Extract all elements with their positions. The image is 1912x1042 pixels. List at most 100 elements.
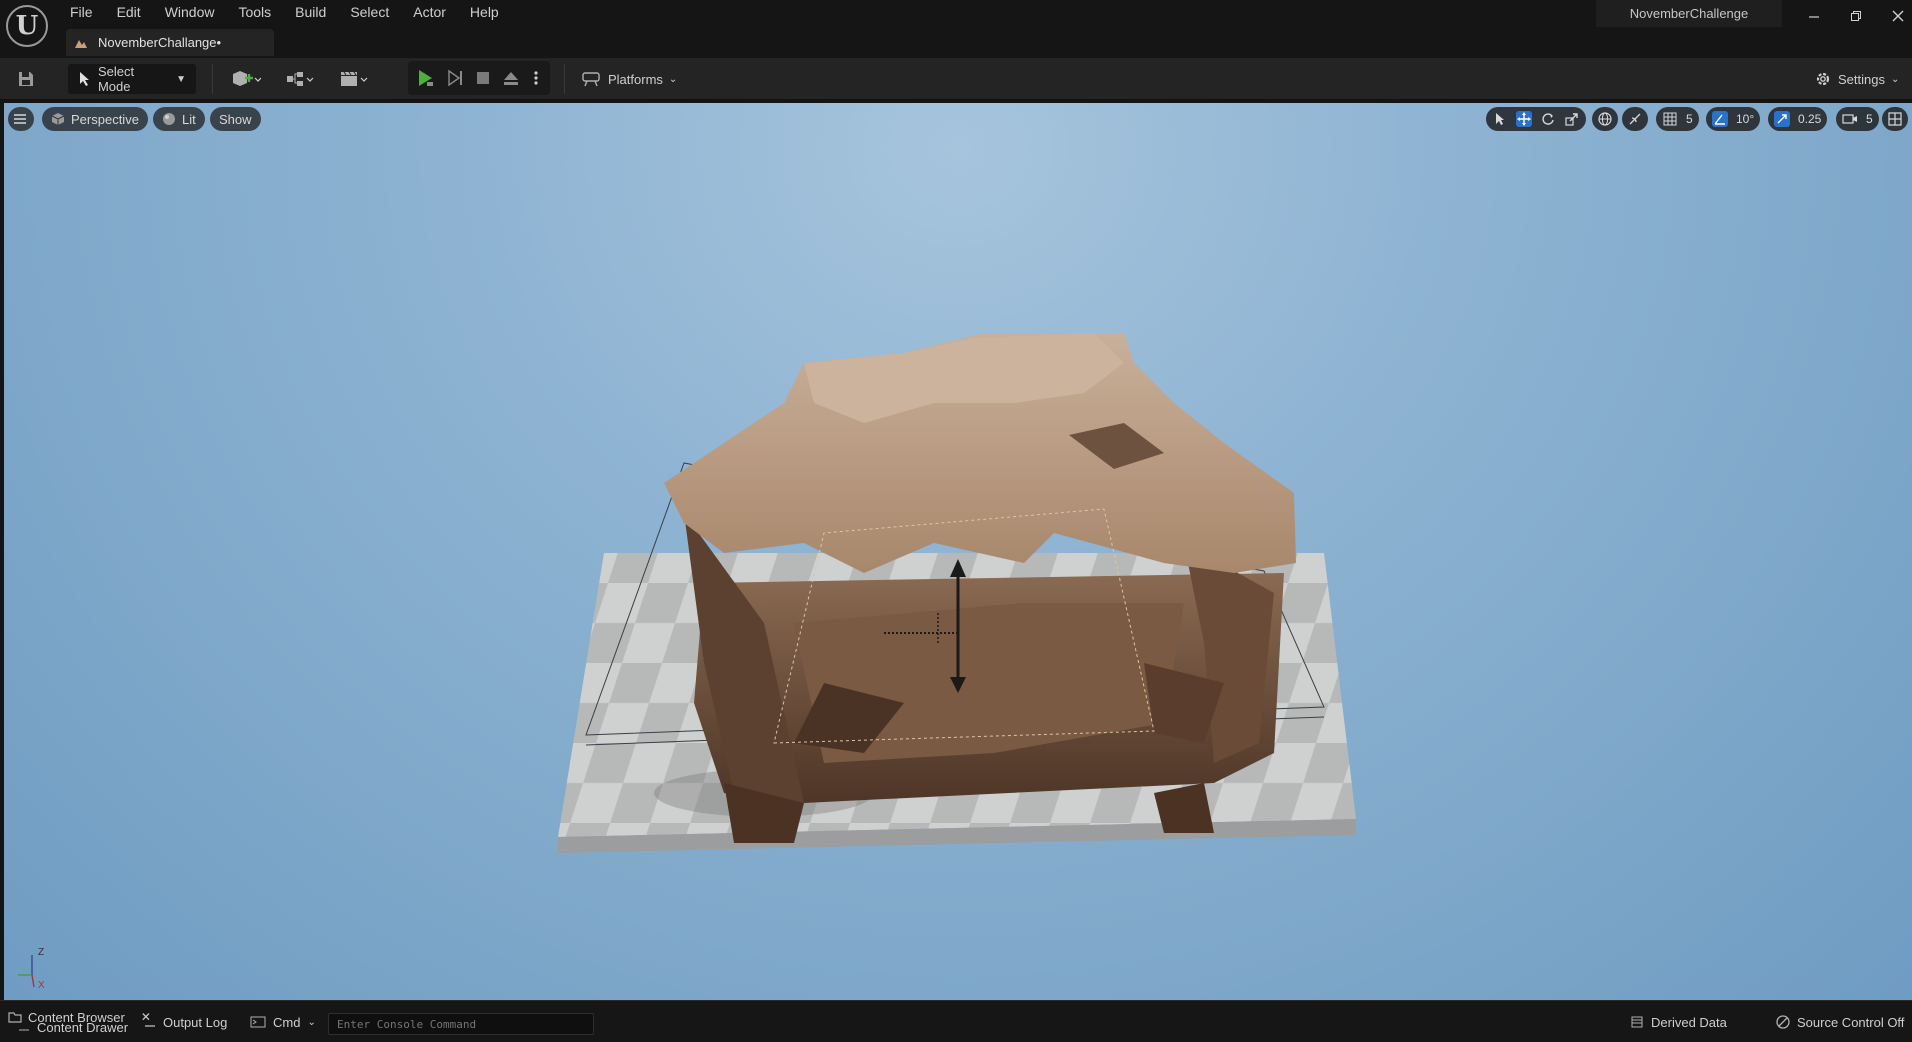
play-options-button[interactable] bbox=[528, 64, 544, 92]
close-window-button[interactable] bbox=[1878, 2, 1912, 30]
scale-snap-value: 0.25 bbox=[1798, 112, 1822, 126]
scale-snap-icon bbox=[1774, 111, 1790, 127]
viewport-layout-button[interactable] bbox=[1882, 107, 1908, 131]
document-tab-label: NovemberChallange• bbox=[98, 35, 222, 50]
console-command-input[interactable] bbox=[328, 1013, 594, 1035]
cmd-label: Cmd bbox=[273, 1014, 301, 1030]
chevron-down-icon: ▼ bbox=[176, 73, 186, 85]
level-document-tab[interactable]: NovemberChallange• bbox=[66, 29, 274, 56]
cmd-dropdown[interactable]: Cmd ⌄ bbox=[250, 1001, 316, 1042]
save-icon bbox=[19, 72, 33, 86]
unreal-logo-icon[interactable]: U bbox=[6, 5, 48, 47]
viewport-scene[interactable] bbox=[4, 103, 1912, 1000]
content-drawer-label: Content Drawer bbox=[37, 1019, 129, 1035]
grid-snap-group[interactable]: 5 bbox=[1656, 107, 1699, 131]
menu-edit[interactable]: Edit bbox=[105, 2, 153, 22]
source-control-button[interactable]: Source Control Off bbox=[1776, 1001, 1904, 1042]
level-icon bbox=[75, 39, 87, 48]
terminal-icon bbox=[250, 1016, 266, 1028]
eject-button[interactable] bbox=[498, 64, 524, 92]
gear-icon bbox=[1816, 72, 1830, 86]
cinematics-button[interactable] bbox=[334, 65, 374, 93]
menu-build[interactable]: Build bbox=[283, 2, 338, 22]
show-flags-button[interactable]: Show bbox=[210, 107, 261, 131]
axis-x-label: X bbox=[38, 980, 45, 991]
menu-tools[interactable]: Tools bbox=[226, 2, 283, 22]
select-mode-dropdown[interactable]: Select Mode ▼ bbox=[68, 64, 196, 94]
minimize-button[interactable] bbox=[1794, 2, 1834, 30]
platforms-dropdown[interactable]: Platforms ⌄ bbox=[582, 64, 677, 94]
menu-window[interactable]: Window bbox=[153, 2, 227, 22]
more-vertical-icon bbox=[534, 71, 538, 85]
blueprints-button[interactable] bbox=[280, 65, 320, 93]
world-local-toggle[interactable] bbox=[1592, 107, 1618, 131]
scale-snap-group[interactable]: 0.25 bbox=[1768, 107, 1828, 131]
chevron-down-icon: ⌄ bbox=[668, 73, 678, 85]
grid-snap-value: 5 bbox=[1686, 112, 1693, 126]
axis-indicator: Z X bbox=[12, 945, 52, 995]
play-icon bbox=[419, 70, 433, 86]
project-name-label: NovemberChallenge bbox=[1596, 0, 1782, 27]
rotation-snap-value: 10° bbox=[1736, 112, 1755, 126]
output-log-label: Output Log bbox=[163, 1014, 228, 1030]
menu-help[interactable]: Help bbox=[458, 2, 511, 22]
settings-dropdown[interactable]: Settings ⌄ bbox=[1814, 64, 1899, 94]
scale-tool-icon[interactable] bbox=[1564, 111, 1580, 127]
surface-snap-toggle[interactable] bbox=[1622, 107, 1648, 131]
stop-icon bbox=[477, 72, 489, 84]
output-log-button[interactable]: Output Log bbox=[144, 1001, 227, 1042]
source-control-label: Source Control Off bbox=[1797, 1014, 1905, 1030]
hamburger-icon bbox=[14, 114, 26, 124]
move-tool-icon[interactable] bbox=[1516, 111, 1532, 127]
chevron-down-icon: ⌄ bbox=[1890, 73, 1900, 85]
chevron-down-icon: ⌄ bbox=[307, 1016, 316, 1028]
advance-frame-button[interactable] bbox=[442, 64, 468, 92]
content-drawer-button[interactable]: Content Drawer bbox=[18, 1018, 128, 1036]
camera-speed-group[interactable]: 5 bbox=[1836, 107, 1879, 131]
viewport-options-button[interactable] bbox=[8, 107, 34, 131]
restore-icon bbox=[1851, 11, 1861, 21]
stop-button[interactable] bbox=[470, 64, 496, 92]
angle-icon bbox=[1712, 111, 1728, 127]
platforms-label: Platforms bbox=[608, 71, 663, 87]
show-label: Show bbox=[219, 111, 252, 127]
derived-data-label: Derived Data bbox=[1651, 1014, 1727, 1030]
blueprint-icon bbox=[287, 72, 314, 86]
surface-snap-icon bbox=[1627, 111, 1643, 127]
play-button[interactable] bbox=[412, 64, 438, 92]
perspective-label: Perspective bbox=[71, 111, 139, 127]
clapperboard-icon bbox=[341, 71, 368, 86]
perspective-button[interactable]: Perspective bbox=[42, 107, 148, 131]
derived-data-button[interactable]: Derived Data bbox=[1630, 1001, 1727, 1042]
menu-select[interactable]: Select bbox=[338, 2, 401, 22]
rotation-snap-group[interactable]: 10° bbox=[1706, 107, 1761, 131]
toolbar-divider bbox=[212, 64, 213, 94]
restore-button[interactable] bbox=[1836, 2, 1876, 30]
add-actor-icon bbox=[233, 71, 261, 86]
view-mode-button[interactable]: Lit bbox=[153, 107, 205, 131]
log-icon bbox=[145, 1025, 155, 1027]
add-actor-button[interactable] bbox=[226, 65, 266, 93]
skip-frame-icon bbox=[448, 69, 462, 87]
menu-actor[interactable]: Actor bbox=[401, 2, 458, 22]
axis-z-label: Z bbox=[38, 947, 45, 958]
settings-label: Settings bbox=[1838, 71, 1885, 87]
rotate-tool-icon[interactable] bbox=[1540, 111, 1556, 127]
eject-icon bbox=[504, 72, 518, 85]
cube-icon bbox=[51, 113, 65, 125]
no-entry-icon bbox=[1776, 1015, 1790, 1029]
rock-mesh[interactable] bbox=[664, 333, 1296, 843]
minimize-icon bbox=[1809, 16, 1819, 18]
menu-file[interactable]: File bbox=[58, 2, 105, 22]
camera-icon bbox=[1842, 111, 1858, 127]
grid-icon bbox=[1662, 111, 1678, 127]
transform-mode-group bbox=[1486, 107, 1586, 131]
select-mode-label: Select Mode bbox=[97, 64, 135, 94]
save-button[interactable] bbox=[12, 65, 40, 93]
main-menu: File Edit Window Tools Build Select Acto… bbox=[58, 2, 511, 22]
drawer-icon bbox=[19, 1029, 29, 1031]
level-viewport[interactable]: Perspective Lit Show 5 10° 0.25 5 Z X bbox=[4, 103, 1912, 1000]
lit-sphere-icon bbox=[163, 113, 175, 125]
axis-gizmo-icon bbox=[18, 955, 35, 988]
select-tool-icon[interactable] bbox=[1492, 111, 1508, 127]
